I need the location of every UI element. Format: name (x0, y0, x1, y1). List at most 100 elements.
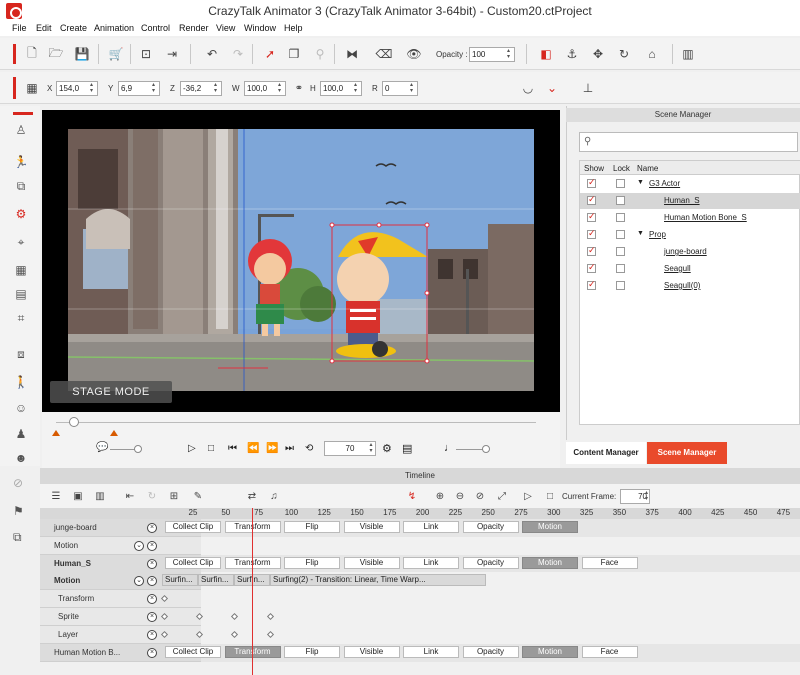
track-name[interactable]: junge-board (40, 519, 160, 537)
tl-stop-icon[interactable]: □ (542, 488, 558, 504)
volume-handle[interactable] (134, 445, 142, 453)
track-channel-button[interactable]: Collect Clip (165, 645, 221, 658)
scene-search-input[interactable]: ⚲ (579, 132, 798, 152)
track-channel-button[interactable]: Flip (284, 556, 340, 569)
add-key-icon[interactable]: ⊞ (166, 488, 182, 504)
w-input[interactable]: 100,0 (244, 81, 286, 96)
track-channel-button[interactable]: Motion (522, 645, 578, 658)
timeline-ruler[interactable]: 25 50 75 100 125 150 175 200 225 250 275 300 325 350 3… (40, 508, 800, 519)
scene-tool-icon[interactable]: ⚑ (13, 504, 29, 520)
timeline-track[interactable]: Human Motion B...×Collect ClipTransformF… (40, 643, 800, 662)
export-icon[interactable]: ⇥ (164, 46, 180, 62)
bone-icon[interactable]: ⚙ (13, 206, 29, 222)
track-channel-button[interactable]: Flip (284, 521, 340, 533)
scene-item-name[interactable]: Seagull (664, 264, 691, 273)
open-folder-icon[interactable]: 🗁 (48, 46, 64, 62)
keyframe[interactable] (160, 630, 169, 638)
y-input[interactable]: 6,9 (118, 81, 160, 96)
scene-row[interactable]: Seagull (580, 261, 800, 277)
col-name[interactable]: Name (637, 164, 658, 173)
loop-icon[interactable]: ⟲ (305, 443, 313, 454)
timeline-track[interactable]: Transform × (40, 590, 800, 609)
keyframe[interactable] (160, 595, 169, 603)
track-channel-button[interactable]: Visible (343, 556, 400, 569)
ease-out-icon[interactable]: ⌄ (544, 80, 560, 96)
eraser-icon[interactable]: ⌫ (376, 46, 393, 62)
prop-icon[interactable]: ⧈ (13, 346, 29, 362)
motion-path-icon[interactable]: ⌖ (13, 234, 29, 250)
opacity-input[interactable]: 100 (469, 47, 515, 62)
scene-item-name[interactable]: junge-board (664, 247, 707, 256)
track-list-icon[interactable]: ☰ (48, 488, 64, 504)
motion-clip[interactable]: Surfin... (198, 574, 234, 587)
music-volume-handle[interactable] (482, 445, 490, 453)
r-input[interactable]: 0 (382, 81, 418, 96)
track-channel-button[interactable]: Face (581, 556, 638, 569)
timeline-track[interactable]: Motion ⌄ × (40, 536, 800, 555)
track-channel-button[interactable]: Link (403, 645, 459, 658)
audio-key-icon[interactable]: ♫ (266, 488, 282, 504)
track-view-icon[interactable]: ▣ (70, 488, 86, 504)
stage-canvas[interactable] (68, 129, 534, 391)
new-project-icon[interactable]: 🗋 (24, 46, 40, 62)
refresh-icon[interactable]: ↻ (144, 488, 160, 504)
track-channel-button[interactable]: Motion (522, 556, 578, 569)
scene-item-name[interactable]: Human Motion Bone_S (664, 213, 747, 222)
next-frame-icon[interactable]: ⏩ (266, 443, 278, 454)
current-frame-input[interactable]: 70 (620, 489, 650, 504)
align-bottom-icon[interactable]: ⊥ (580, 80, 596, 96)
track-channel-button[interactable]: Opacity (462, 521, 519, 533)
track-channel-button[interactable]: Visible (343, 645, 400, 658)
show-checkbox[interactable] (587, 211, 596, 222)
subtitle-icon[interactable]: ▤ (402, 442, 412, 455)
columns-icon[interactable]: ▥ (680, 46, 696, 62)
animate-actor-icon[interactable]: 🏃 (13, 154, 29, 170)
menu-view[interactable]: View (216, 23, 235, 33)
track-channel-button[interactable]: Opacity (462, 645, 519, 658)
last-frame-icon[interactable]: ⏭ (285, 443, 294, 454)
lock-checkbox[interactable] (616, 196, 625, 205)
track-lane[interactable] (201, 608, 800, 626)
show-checkbox[interactable] (587, 279, 596, 290)
lock-checkbox[interactable] (616, 247, 625, 256)
track-layout-icon[interactable]: ▥ (92, 488, 108, 504)
import-icon[interactable]: ⊡ (138, 46, 154, 62)
scrub-handle[interactable] (69, 417, 79, 427)
track-close-icon[interactable]: × (147, 540, 157, 551)
clone-icon[interactable]: ❐ (286, 46, 302, 62)
anchor-icon[interactable]: ⚓ (564, 46, 580, 62)
head-icon[interactable]: ☻ (13, 450, 29, 466)
track-lane[interactable] (201, 536, 800, 555)
scene-row[interactable]: Human Motion Bone_S (580, 210, 800, 226)
redo-icon[interactable]: ↷ (230, 46, 246, 62)
track-channel-button[interactable]: Motion (522, 521, 578, 533)
scene-row[interactable]: junge-board (580, 244, 800, 260)
menu-file[interactable]: File (12, 23, 27, 33)
track-channel-button[interactable]: Link (403, 521, 459, 533)
track-name[interactable]: Transform (40, 590, 160, 608)
keyframe[interactable] (160, 612, 169, 621)
menu-render[interactable]: Render (179, 23, 209, 33)
sprite-icon[interactable]: ⧉ (13, 178, 29, 194)
menu-help[interactable]: Help (284, 23, 303, 33)
track-close-icon[interactable]: × (147, 647, 157, 658)
track-lane[interactable] (201, 625, 800, 644)
home-icon[interactable]: ⌂ (644, 46, 660, 62)
scene-row[interactable]: Seagull(0) (580, 278, 800, 294)
speaker-icon[interactable]: 💬 (96, 442, 108, 453)
lock-checkbox[interactable] (616, 213, 625, 222)
playhead[interactable] (252, 508, 253, 675)
face-icon[interactable]: ☺ (13, 400, 29, 416)
range-end-marker[interactable] (110, 430, 118, 436)
flip-icon[interactable]: ⧓ (344, 46, 360, 62)
tab-scene-manager[interactable]: Scene Manager (647, 442, 727, 464)
expand-icon[interactable]: ▼ (637, 230, 644, 237)
timeline-track[interactable]: Human_S×Collect ClipTransformFlipVisible… (40, 554, 800, 573)
zoom-reset-icon[interactable]: ⊘ (472, 488, 488, 504)
track-channel-button[interactable]: Flip (284, 645, 340, 658)
timeline-track[interactable]: Sprite × (40, 608, 800, 626)
col-show[interactable]: Show (584, 164, 604, 173)
track-channel-button[interactable]: Collect Clip (165, 521, 221, 533)
grid-layout-icon[interactable]: ▦ (13, 262, 29, 278)
disabled-tool-icon[interactable]: ⊘ (13, 476, 29, 492)
